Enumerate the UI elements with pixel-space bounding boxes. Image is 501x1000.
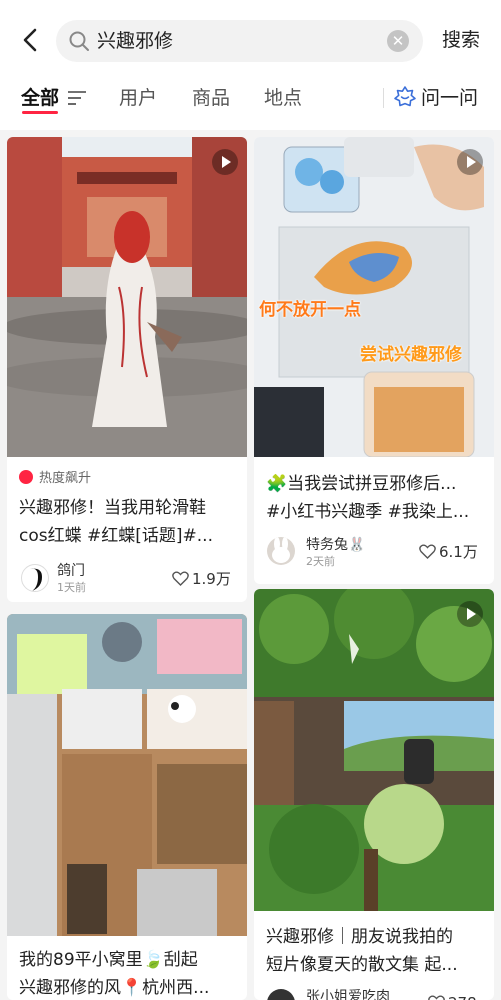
avatar[interactable]: [21, 564, 49, 592]
note-title: 兴趣邪修｜朋友说我拍的 短片像夏天的散文集 起...: [266, 923, 488, 979]
note-title-line: 我的89平小窝里🍃刮起: [19, 950, 198, 970]
note-card[interactable]: 热度飙升 兴趣邪修！当我用轮滑鞋 cos红蝶 #红蝶[话题]#... 鸽门 1天…: [7, 137, 247, 602]
note-cover-image: [254, 137, 494, 457]
note-title: 我的89平小窝里🍃刮起 兴趣邪修的风📍杭州西...: [19, 946, 241, 1000]
back-arrow-icon[interactable]: [18, 27, 44, 53]
like-count[interactable]: 278: [428, 993, 477, 1000]
avatar[interactable]: [267, 989, 295, 1000]
active-tab-indicator: [22, 111, 58, 114]
ask-ai-icon[interactable]: [393, 85, 417, 109]
heart-icon: [172, 571, 189, 586]
author-name[interactable]: 张小姐爱吃肉: [306, 988, 390, 1000]
note-title-line: 兴趣邪修｜朋友说我拍的: [266, 927, 453, 947]
filter-icon[interactable]: [67, 90, 87, 106]
note-title: 🧩当我尝试拼豆邪修后... #小红书兴趣季 #我染上...: [266, 470, 488, 526]
search-button[interactable]: 搜索: [442, 28, 480, 52]
like-count-value: 1.9万: [192, 570, 231, 588]
trending-badge: 热度飙升: [19, 470, 91, 488]
search-box[interactable]: 兴趣邪修 ✕: [56, 20, 423, 62]
fire-icon: [19, 470, 33, 484]
note-cover-image: [254, 589, 494, 911]
ask-tab[interactable]: 问一问: [421, 85, 478, 111]
like-count[interactable]: 1.9万: [172, 569, 231, 589]
note-card[interactable]: 我的89平小窝里🍃刮起 兴趣邪修的风📍杭州西...: [7, 614, 247, 1000]
badge-label: 热度飙升: [39, 471, 92, 486]
search-input[interactable]: 兴趣邪修: [97, 29, 173, 53]
note-title-line: 兴趣邪修！当我用轮滑鞋: [19, 498, 206, 518]
tab-goods[interactable]: 商品: [192, 85, 230, 111]
note-cover-image: [7, 137, 247, 457]
note-title-line: 兴趣邪修的风📍杭州西...: [19, 978, 210, 998]
note-card[interactable]: 兴趣邪修｜朋友说我拍的 短片像夏天的散文集 起... 张小姐爱吃肉 278: [254, 589, 494, 1000]
top-bar: 兴趣邪修 ✕ 搜索: [0, 0, 501, 80]
note-title-line: 🧩当我尝试拼豆邪修后...: [266, 474, 457, 494]
like-count-value: 278: [448, 994, 477, 1000]
note-title-line: #小红书兴趣季 #我染上...: [266, 502, 470, 522]
heart-icon: [419, 544, 436, 559]
avatar[interactable]: [267, 537, 295, 565]
like-count-value: 6.1万: [439, 543, 478, 561]
video-play-icon: [212, 149, 238, 175]
tab-all[interactable]: 全部: [21, 85, 59, 111]
note-card[interactable]: 何不放开一点 尝试兴趣邪修 🧩当我尝试拼豆邪修后... #小红书兴趣季 #我染上…: [254, 137, 494, 584]
video-play-icon: [457, 601, 483, 627]
cover-caption: 尝试兴趣邪修: [360, 345, 462, 365]
heart-icon: [428, 995, 445, 1000]
tab-users[interactable]: 用户: [119, 85, 157, 111]
note-title: 兴趣邪修！当我用轮滑鞋 cos红蝶 #红蝶[话题]#...: [19, 494, 241, 550]
search-icon: [69, 31, 89, 51]
note-title-line: cos红蝶 #红蝶[话题]#...: [19, 526, 213, 546]
tab-places[interactable]: 地点: [264, 85, 302, 111]
post-time: 1天前: [57, 581, 86, 594]
author-name[interactable]: 特务兔🐰: [306, 536, 365, 554]
video-play-icon: [457, 149, 483, 175]
author-name[interactable]: 鸽门: [57, 562, 85, 580]
note-title-line: 短片像夏天的散文集 起...: [266, 955, 458, 975]
note-cover-image: [7, 614, 247, 936]
post-time: 2天前: [306, 555, 335, 568]
clear-search-icon[interactable]: ✕: [387, 30, 409, 52]
like-count[interactable]: 6.1万: [419, 542, 478, 562]
tab-divider: [383, 88, 384, 108]
cover-caption: 何不放开一点: [259, 300, 361, 320]
